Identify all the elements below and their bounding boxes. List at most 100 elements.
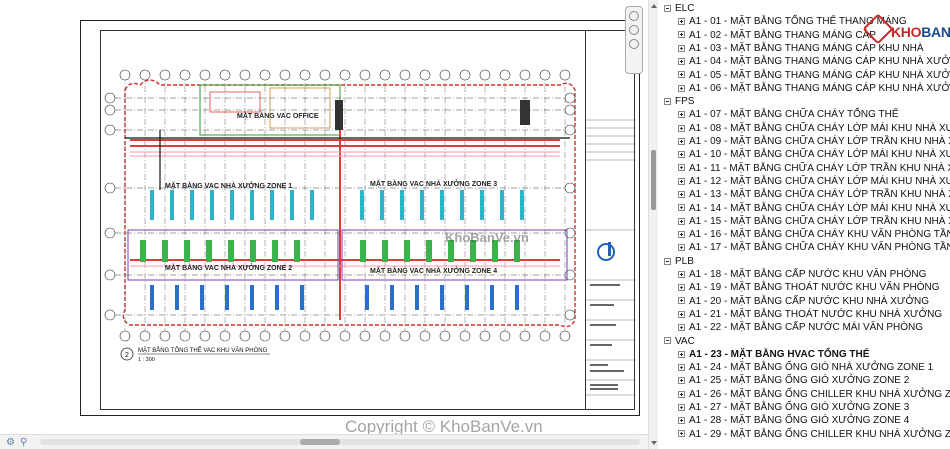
logo-icon [862,13,894,45]
zone-label-zone1: MẶT BẰNG VAC NHÀ XƯỞNG ZONE 1 [165,181,292,190]
expand-icon[interactable] [678,164,685,172]
expand-icon[interactable] [678,310,685,318]
drawing-canvas[interactable]: MẶT BẰNG VAC OFFICE MẶT BẰNG VAC NHÀ XƯỞ… [0,0,648,449]
expand-icon[interactable] [678,270,685,278]
browser-sheet-label: A1 - 27 - MẶT BẰNG ỐNG GIÓ XƯỞNG ZONE 3 [689,402,910,413]
browser-sheet-item[interactable]: A1 - 18 - MẶT BẰNG CẤP NƯỚC KHU VĂN PHÒN… [678,268,926,281]
browser-sheet-item[interactable]: A1 - 19 - MẶT BẰNG THOÁT NƯỚC KHU VĂN PH… [678,281,940,294]
browser-sheet-label: A1 - 20 - MẶT BẰNG CẤP NƯỚC KHU NHÀ XƯỞN… [689,295,930,307]
pan-icon[interactable] [629,25,639,35]
browser-sheet-item[interactable]: A1 - 07 - MẶT BẰNG CHỮA CHÁY TỔNG THỂ [678,108,899,121]
browser-sheet-item[interactable]: A1 - 16 - MẶT BẰNG CHỮA CHÁY KHU VĂN PHÒ… [678,228,950,241]
expand-icon[interactable] [678,124,685,132]
browser-sheet-item[interactable]: A1 - 28 - MẶT BẰNG ỐNG GIÓ XƯỞNG ZONE 4 [678,414,909,427]
browser-sheet-label: A1 - 29 - MẶT BẰNG ỐNG CHILLER KHU NHÀ X… [689,428,950,440]
expand-icon[interactable] [678,84,685,92]
expand-icon[interactable] [678,44,685,52]
horizontal-scroll-thumb[interactable] [300,439,340,445]
zone-label-office: MẶT BẰNG VAC OFFICE [237,111,319,120]
browser-group-label: PLB [675,255,694,267]
expand-icon[interactable] [678,390,685,398]
expand-icon[interactable] [678,177,685,185]
horizontal-scrollbar[interactable] [40,439,640,445]
browser-sheet-item[interactable]: A1 - 06 - MẶT BẰNG THANG MÁNG CÁP KHU NH… [678,82,950,95]
expand-icon[interactable] [678,377,685,385]
browser-sheet-item[interactable]: A1 - 15 - MẶT BẰNG CHỮA CHÁY LỚP TRẦN KH… [678,215,950,228]
brand-text-kho: KHO [891,24,922,40]
expand-icon[interactable] [678,137,685,145]
browser-group-plb[interactable]: PLB [664,255,694,268]
expand-icon[interactable] [678,31,685,39]
collapse-icon[interactable] [664,97,671,105]
expand-icon[interactable] [678,18,685,26]
browser-group-label: FPS [675,96,695,108]
expand-icon[interactable] [678,417,685,425]
expand-icon[interactable] [678,71,685,79]
browser-sheet-item[interactable]: A1 - 04 - MẶT BẰNG THANG MÁNG CÁP KHU NH… [678,55,950,68]
browser-sheet-item[interactable]: A1 - 08 - MẶT BẰNG CHỮA CHÁY LỚP MÁI KHU… [678,122,950,135]
expand-icon[interactable] [678,111,685,119]
expand-icon[interactable] [678,217,685,225]
expand-icon[interactable] [678,363,685,371]
browser-sheet-item[interactable]: A1 - 14 - MẶT BẰNG CHỮA CHÁY LỚP MÁI KHU… [678,202,950,215]
zoom-icon[interactable] [629,11,639,21]
collapse-icon[interactable] [664,4,671,12]
expand-icon[interactable] [678,244,685,252]
browser-sheet-item[interactable]: A1 - 23 - MẶT BẰNG HVAC TỔNG THỂ [678,348,869,361]
browser-sheet-item[interactable]: A1 - 17 - MẶT BẰNG CHỮA CHÁY KHU VĂN PHÒ… [678,241,950,254]
expand-icon[interactable] [678,151,685,159]
expand-icon[interactable] [678,297,685,305]
browser-sheet-label: A1 - 12 - MẶT BẰNG CHỮA CHÁY LỚP MÁI KHU… [689,175,950,187]
browser-sheet-label: A1 - 25 - MẶT BẰNG ỐNG GIÓ XƯỞNG ZONE 2 [689,375,910,387]
expand-icon[interactable] [678,284,685,292]
expand-icon[interactable] [678,430,685,438]
browser-sheet-item[interactable]: A1 - 20 - MẶT BẰNG CẤP NƯỚC KHU NHÀ XƯỞN… [678,295,929,308]
workset-icon[interactable]: ⚙ [6,437,15,448]
browser-sheet-item[interactable]: A1 - 26 - MẶT BẰNG ỐNG CHILLER KHU NHÀ X… [678,388,950,401]
browser-sheet-item[interactable]: A1 - 12 - MẶT BẰNG CHỮA CHÁY LỚP MÁI KHU… [678,175,950,188]
browser-sheet-label: A1 - 10 - MẶT BẰNG CHỮA CHÁY LỚP MÁI KHU… [689,149,950,161]
watermark-center: KhoBanVe.vn [445,230,529,245]
expand-icon[interactable] [678,191,685,199]
title-block-graphics [586,119,636,396]
vertical-scroll-thumb[interactable] [651,150,656,210]
browser-sheet-label: A1 - 24 - MẶT BẰNG ỐNG GIÓ NHÀ XƯỞNG ZON… [689,362,934,374]
browser-sheet-item[interactable]: A1 - 02 - MẶT BẰNG THANG MÁNG CÁP [678,29,876,42]
browser-group-fps[interactable]: FPS [664,95,694,108]
collapse-icon[interactable] [664,337,671,345]
floor-plan-drawing: MẶT BẰNG VAC OFFICE MẶT BẰNG VAC NHÀ XƯỞ… [104,69,576,363]
orbit-icon[interactable] [629,39,639,49]
scroll-up-icon[interactable] [651,4,657,8]
navigation-wheel[interactable] [625,6,643,74]
browser-sheet-item[interactable]: A1 - 22 - MẶT BẰNG CẤP NƯỚC MÁI VĂN PHÒN… [678,321,923,334]
browser-sheet-label: A1 - 04 - MẶT BẰNG THANG MÁNG CÁP KHU NH… [689,56,950,68]
browser-sheet-item[interactable]: A1 - 27 - MẶT BẰNG ỐNG GIÓ XƯỞNG ZONE 3 [678,401,909,414]
browser-sheet-item[interactable]: A1 - 25 - MẶT BẰNG ỐNG GIÓ XƯỞNG ZONE 2 [678,374,909,387]
collapse-icon[interactable] [664,257,671,265]
brand-text-banve: BANVE [921,24,950,40]
browser-sheet-label: A1 - 06 - MẶT BẰNG THANG MÁNG CÁP KHU NH… [689,82,950,94]
browser-sheet-item[interactable]: A1 - 13 - MẶT BẰNG CHỮA CHÁY LỚP TRẦN KH… [678,188,950,201]
scroll-down-icon[interactable] [651,441,657,445]
browser-sheet-item[interactable]: A1 - 11 - MẶT BẰNG CHỮA CHÁY LỚP TRẦN KH… [678,162,950,175]
zone-label-zone4: MẶT BẰNG VAC NHÀ XƯỞNG ZONE 4 [370,266,497,275]
view-number: 2 [125,352,129,359]
browser-group-elc[interactable]: ELC [664,2,694,15]
expand-icon[interactable] [678,58,685,66]
expand-icon[interactable] [678,324,685,332]
browser-sheet-item[interactable]: A1 - 05 - MẶT BẰNG THANG MÁNG CÁP KHU NH… [678,69,950,82]
browser-sheet-item[interactable]: A1 - 09 - MẶT BẰNG CHỮA CHÁY LỚP TRẦN KH… [678,135,950,148]
browser-sheet-item[interactable]: A1 - 10 - MẶT BẰNG CHỮA CHÁY LỚP MÁI KHU… [678,148,950,161]
browser-sheet-label: A1 - 26 - MẶT BẰNG ỐNG CHILLER KHU NHÀ X… [689,388,950,400]
vertical-scrollbar[interactable] [648,0,658,449]
location-pin-icon[interactable]: ⚲ [20,437,27,448]
browser-sheet-item[interactable]: A1 - 29 - MẶT BẰNG ỐNG CHILLER KHU NHÀ X… [678,428,950,441]
browser-sheet-item[interactable]: A1 - 21 - MẶT BẰNG THOÁT NƯỚC KHU NHÀ XƯ… [678,308,942,321]
expand-icon[interactable] [678,204,685,212]
expand-icon[interactable] [678,230,685,238]
browser-group-vac[interactable]: VAC [664,335,695,348]
browser-sheet-label: A1 - 07 - MẶT BẰNG CHỮA CHÁY TỔNG THỂ [689,109,899,121]
browser-sheet-item[interactable]: A1 - 24 - MẶT BẰNG ỐNG GIÓ NHÀ XƯỞNG ZON… [678,361,933,374]
expand-icon[interactable] [678,403,685,411]
expand-icon[interactable] [678,350,685,358]
